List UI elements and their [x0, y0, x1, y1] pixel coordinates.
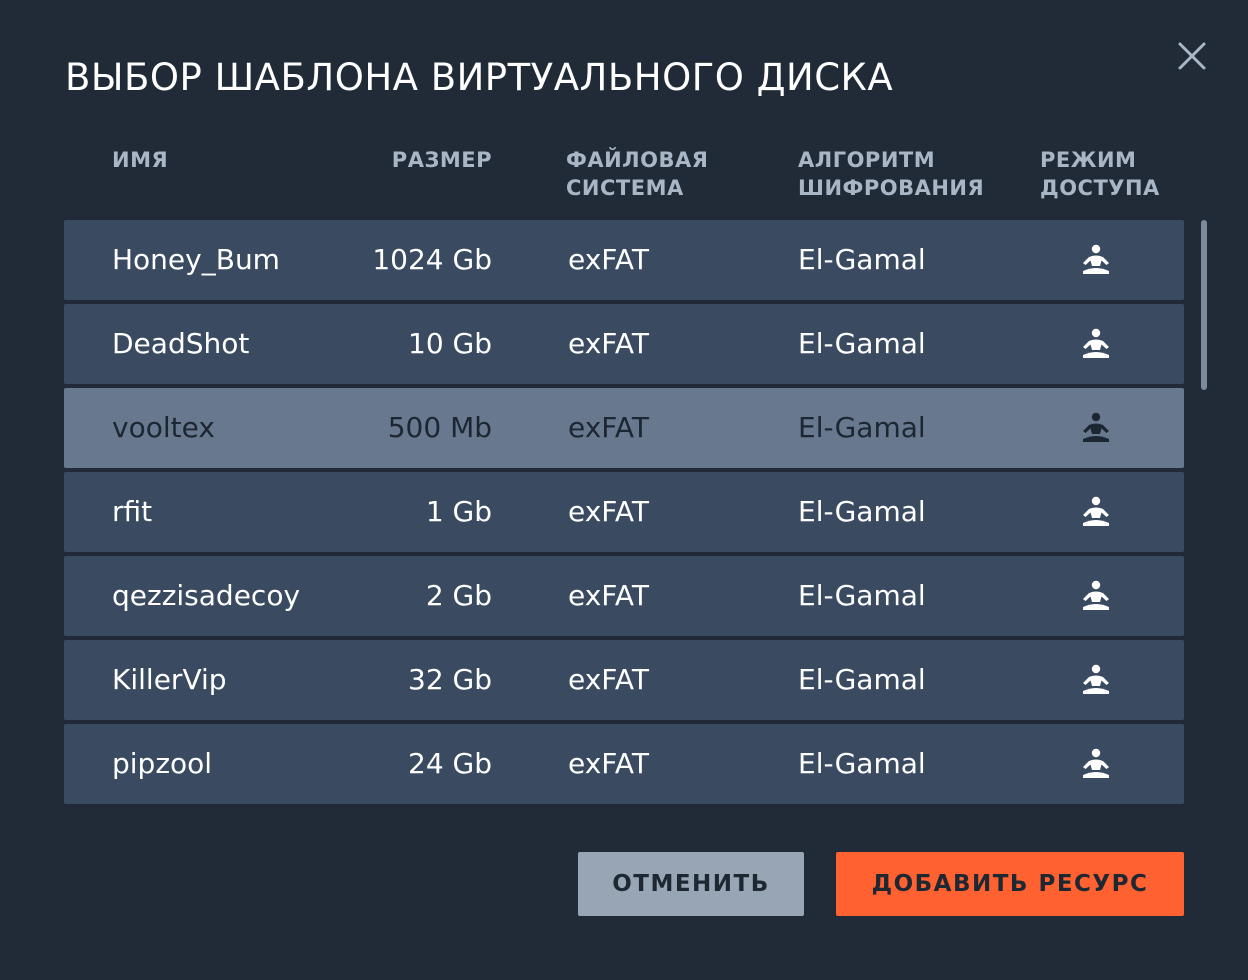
row-algorithm: El-Gamal	[798, 495, 926, 528]
meditation-icon	[1078, 556, 1114, 636]
row-algorithm: El-Gamal	[798, 579, 926, 612]
row-name: Honey_Bum	[112, 243, 280, 276]
cancel-button[interactable]: ОТМЕНИТЬ	[578, 852, 804, 916]
add-resource-button[interactable]: ДОБАВИТЬ РЕСУРС	[836, 852, 1184, 916]
row-algorithm: El-Gamal	[798, 243, 926, 276]
meditation-icon	[1078, 388, 1114, 468]
template-list: Honey_Bum 1024 Gb exFAT El-Gamal DeadShot 10 …	[64, 220, 1184, 808]
meditation-icon	[1078, 724, 1114, 804]
meditation-icon	[1078, 472, 1114, 552]
scrollbar-thumb[interactable]	[1201, 220, 1207, 390]
scrollbar[interactable]	[1199, 220, 1209, 804]
row-algorithm: El-Gamal	[798, 411, 926, 444]
column-header-name[interactable]: ИМЯ	[112, 146, 168, 174]
table-row[interactable]: DeadShot 10 Gb exFAT El-Gamal	[64, 304, 1184, 384]
row-name: rfit	[112, 495, 153, 528]
row-filesystem: exFAT	[568, 243, 649, 276]
table-row[interactable]: vooltex 500 Mb exFAT El-Gamal	[64, 388, 1184, 468]
table-row[interactable]: rfit 1 Gb exFAT El-Gamal	[64, 472, 1184, 552]
row-name: KillerVip	[112, 663, 227, 696]
column-header-size[interactable]: РАЗМЕР	[364, 146, 492, 174]
close-icon	[1178, 42, 1206, 70]
row-size: 32 Gb	[408, 663, 492, 696]
table-row[interactable]: pipzool 24 Gb exFAT El-Gamal	[64, 724, 1184, 804]
row-algorithm: El-Gamal	[798, 663, 926, 696]
template-select-dialog: ВЫБОР ШАБЛОНА ВИРТУАЛЬНОГО ДИСКА ИМЯ РАЗ…	[0, 0, 1248, 980]
row-name: DeadShot	[112, 327, 250, 360]
row-size: 2 Gb	[425, 579, 492, 612]
row-filesystem: exFAT	[568, 747, 649, 780]
row-name: vooltex	[112, 411, 215, 444]
table-row[interactable]: Honey_Bum 1024 Gb exFAT El-Gamal	[64, 220, 1184, 300]
row-filesystem: exFAT	[568, 579, 649, 612]
table-row[interactable]: qezzisadecoy 2 Gb exFAT El-Gamal	[64, 556, 1184, 636]
meditation-icon	[1078, 220, 1114, 300]
table-row[interactable]: KillerVip 32 Gb exFAT El-Gamal	[64, 640, 1184, 720]
row-size: 1024 Gb	[372, 243, 492, 276]
row-filesystem: exFAT	[568, 411, 649, 444]
row-size: 1 Gb	[425, 495, 492, 528]
meditation-icon	[1078, 304, 1114, 384]
dialog-title: ВЫБОР ШАБЛОНА ВИРТУАЛЬНОГО ДИСКА	[65, 56, 894, 99]
meditation-icon	[1078, 640, 1114, 720]
column-header-algorithm[interactable]: АЛГОРИТМ ШИФРОВАНИЯ	[798, 146, 984, 202]
row-filesystem: exFAT	[568, 495, 649, 528]
column-header-filesystem[interactable]: ФАЙЛОВАЯ СИСТЕМА	[566, 146, 708, 202]
row-algorithm: El-Gamal	[798, 747, 926, 780]
column-header-access-mode[interactable]: РЕЖИМ ДОСТУПА	[1040, 146, 1160, 202]
row-name: qezzisadecoy	[112, 579, 301, 612]
row-name: pipzool	[112, 747, 213, 780]
close-button[interactable]	[1174, 38, 1210, 74]
row-filesystem: exFAT	[568, 327, 649, 360]
row-size: 500 Mb	[387, 411, 492, 444]
table-header: ИМЯ РАЗМЕР ФАЙЛОВАЯ СИСТЕМА АЛГОРИТМ ШИФ…	[64, 146, 1184, 206]
row-size: 10 Gb	[408, 327, 492, 360]
row-algorithm: El-Gamal	[798, 327, 926, 360]
row-filesystem: exFAT	[568, 663, 649, 696]
row-size: 24 Gb	[408, 747, 492, 780]
